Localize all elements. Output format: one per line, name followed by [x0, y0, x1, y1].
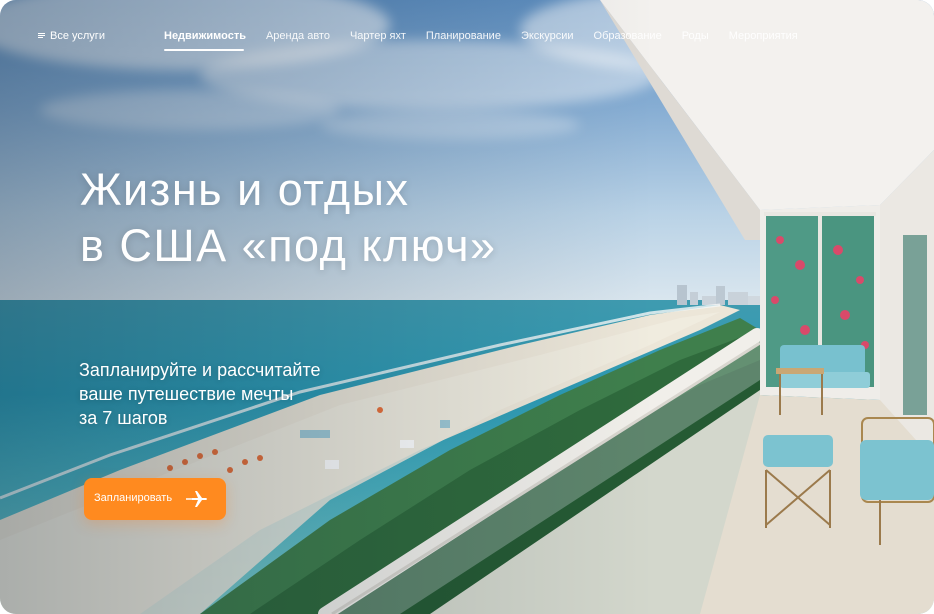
hero-subtitle-line-3: за 7 шагов	[79, 408, 168, 428]
hero-subtitle-line-1: Запланируйте и рассчитайте	[79, 360, 321, 380]
nav-links: Недвижимость Аренда авто Чартер яхт План…	[164, 30, 818, 51]
nav-link-car-rental[interactable]: Аренда авто	[266, 30, 330, 42]
menu-icon	[38, 33, 45, 39]
nav-link-yacht-charter[interactable]: Чартер яхт	[350, 30, 406, 42]
hero-title: Жизнь и отдых в США «под ключ»	[80, 162, 640, 274]
top-navigation: Все услуги Недвижимость Аренда авто Чарт…	[0, 0, 934, 60]
nav-link-events[interactable]: Мероприятия	[729, 30, 798, 42]
hero-title-line-2: в США «под ключ»	[80, 220, 497, 271]
nav-link-education[interactable]: Образование	[594, 30, 662, 42]
hero-overlay	[0, 0, 934, 614]
hero-title-line-1: Жизнь и отдых	[80, 164, 410, 215]
all-services-menu[interactable]: Все услуги	[38, 30, 105, 42]
nav-link-excursions[interactable]: Экскурсии	[521, 30, 574, 42]
airplane-icon	[186, 491, 207, 507]
nav-link-real-estate[interactable]: Недвижимость	[164, 30, 246, 51]
nav-link-planning[interactable]: Планирование	[426, 30, 501, 42]
hero-background-image	[0, 0, 934, 614]
hero-subtitle-line-2: ваше путешествие мечты	[79, 384, 294, 404]
nav-link-childbirth[interactable]: Роды	[682, 30, 709, 42]
hero-subtitle: Запланируйте и рассчитайте ваше путешест…	[79, 358, 419, 430]
all-services-label: Все услуги	[50, 30, 105, 42]
hero-section: Все услуги Недвижимость Аренда авто Чарт…	[0, 0, 934, 614]
plan-button-label: Запланировать	[94, 492, 173, 504]
